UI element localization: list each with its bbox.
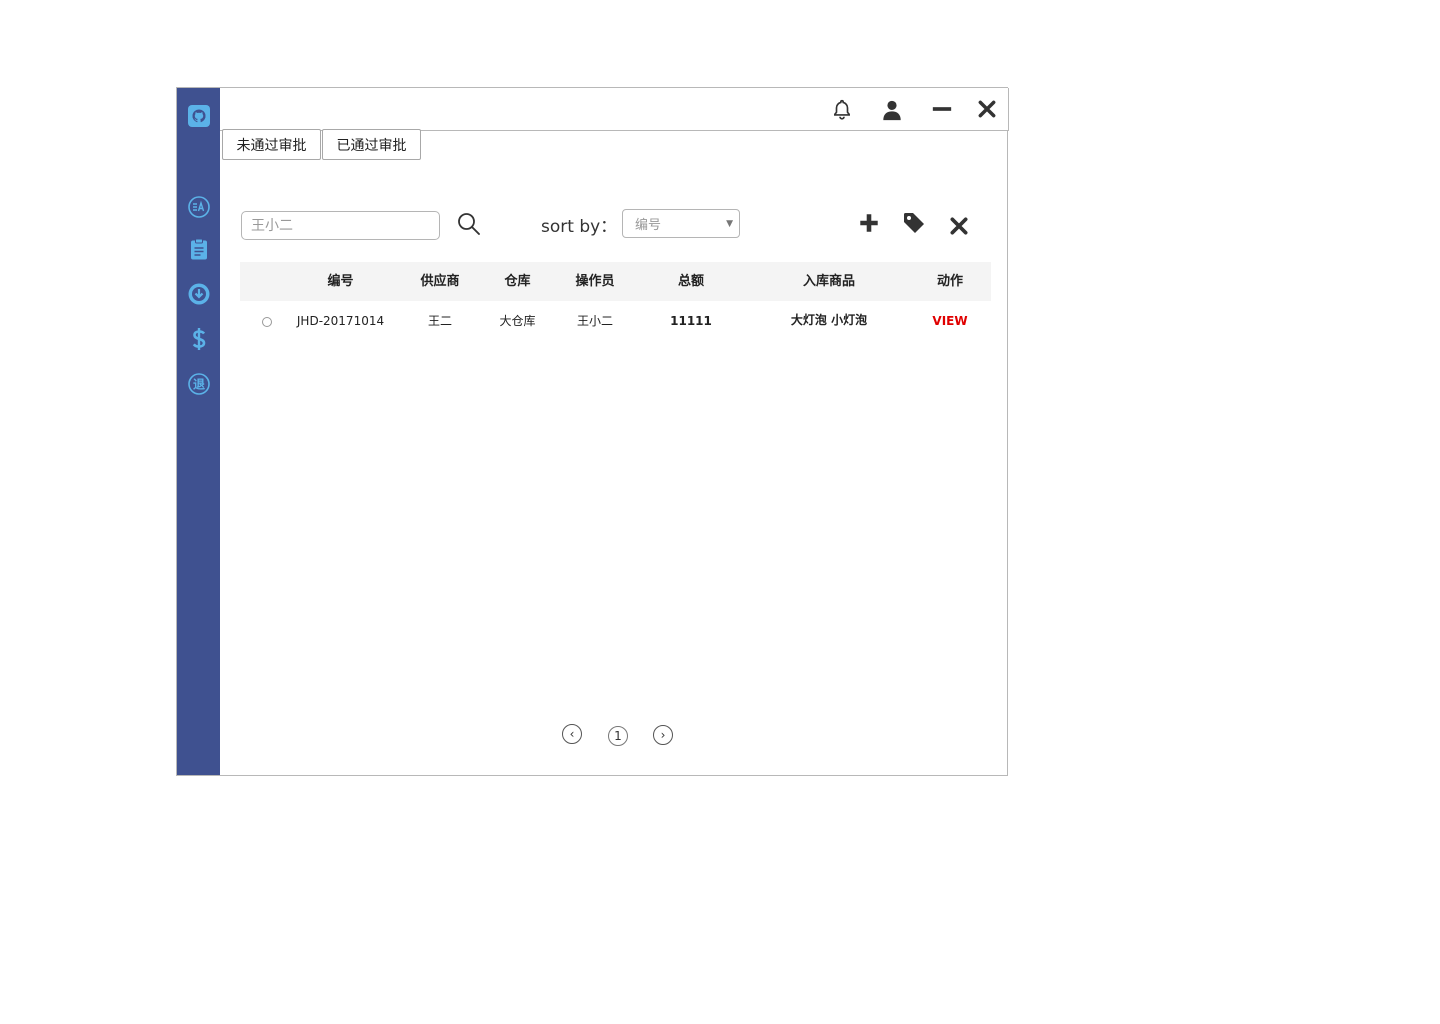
- column-header[interactable]: 总额: [656, 262, 726, 301]
- cell-total: 11111: [670, 314, 712, 328]
- table-row: JHD-20171014 王二 大仓库 王小二 11111 大灯泡 小灯泡 VI…: [240, 301, 991, 341]
- tab-label: 已通过审批: [336, 137, 407, 154]
- minimize-icon[interactable]: [931, 98, 953, 120]
- view-link[interactable]: VIEW: [915, 301, 985, 341]
- cell-goods: 大灯泡 小灯泡: [790, 313, 868, 327]
- cell-warehouse: 大仓库: [499, 314, 536, 328]
- sidebar: 退: [177, 88, 220, 775]
- column-header[interactable]: 动作: [915, 262, 985, 301]
- clipboard-icon[interactable]: [186, 236, 212, 262]
- download-circle-icon[interactable]: [186, 281, 212, 307]
- search-icon[interactable]: [456, 211, 482, 237]
- chevron-right-icon: ›: [660, 728, 666, 742]
- sort-select-value: 编号: [635, 218, 662, 233]
- cell-supplier: 王二: [427, 314, 452, 328]
- column-header[interactable]: 供应商: [405, 262, 475, 301]
- app-window: 退 未通过审批 已通过审批 sort by： 编号 ▼: [176, 87, 1009, 776]
- close-icon[interactable]: [976, 98, 998, 120]
- page-number-button[interactable]: 1: [608, 726, 628, 746]
- next-page-button[interactable]: ›: [653, 725, 673, 745]
- return-icon[interactable]: 退: [186, 371, 212, 397]
- dollar-icon[interactable]: [186, 326, 212, 352]
- column-header[interactable]: 入库商品: [774, 262, 884, 301]
- cell-id: JHD-20171014: [296, 314, 385, 328]
- column-header[interactable]: 操作员: [560, 262, 630, 301]
- page-number: 1: [614, 729, 622, 743]
- vendor-icon[interactable]: [186, 194, 212, 220]
- cell-operator: 王小二: [576, 314, 613, 328]
- column-header[interactable]: 编号: [302, 262, 379, 301]
- bell-icon[interactable]: [831, 98, 853, 120]
- prev-page-button[interactable]: ‹: [562, 724, 582, 744]
- chevron-left-icon: ‹: [569, 727, 575, 741]
- row-radio[interactable]: [262, 317, 272, 327]
- sort-label: sort by：: [541, 217, 618, 237]
- add-icon[interactable]: [856, 210, 882, 236]
- search-input[interactable]: [241, 211, 440, 240]
- return-glyph: 退: [193, 378, 205, 392]
- table-header: 编号 供应商 仓库 操作员 总额 入库商品 动作: [240, 262, 991, 301]
- column-header[interactable]: 仓库: [485, 262, 550, 301]
- tab-approved[interactable]: 已通过审批: [322, 129, 421, 160]
- title-bar: [220, 88, 1009, 131]
- tab-unapproved[interactable]: 未通过审批: [222, 129, 321, 160]
- chevron-down-icon: ▼: [726, 219, 733, 229]
- tab-label: 未通过审批: [236, 137, 307, 154]
- delete-icon[interactable]: [946, 213, 972, 239]
- tag-icon[interactable]: [901, 210, 927, 236]
- github-icon[interactable]: [186, 103, 212, 129]
- sort-select[interactable]: 编号 ▼: [622, 209, 740, 238]
- user-icon[interactable]: [881, 99, 903, 121]
